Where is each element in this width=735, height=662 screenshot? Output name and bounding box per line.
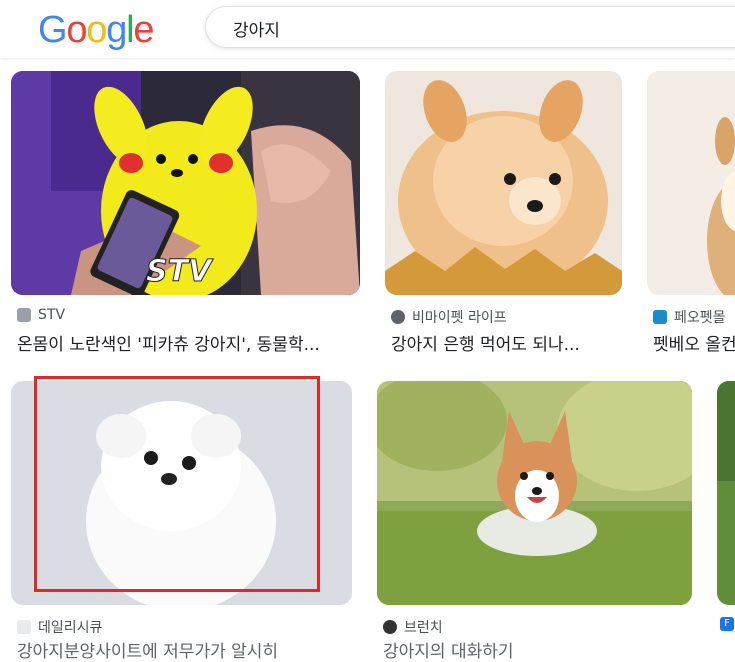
result-source[interactable]: 브런치 [383,617,443,637]
logo-letter: o [66,9,87,51]
paw-icon [391,310,405,324]
result-thumbnail[interactable] [717,381,735,605]
logo-letter: g [106,9,127,51]
result-thumbnail[interactable]: STV [11,71,360,295]
logo-letter: l [126,9,134,51]
brunch-icon [383,620,397,634]
result-source-label: 브런치 [404,620,443,636]
result-source[interactable]: STV [17,307,65,323]
result-source-label: 비마이펫 라이프 [412,310,507,326]
result-title[interactable]: 강아지분양사이트에 저무가가 알시히 [17,637,352,662]
result-title[interactable]: 펫베오 올컨 [653,330,735,355]
result-source-label: STV [38,307,66,323]
logo-letter: o [86,9,107,51]
result-title[interactable]: 강아지의 대화하기 [383,637,692,662]
result-thumbnail[interactable] [385,71,622,295]
logo-letter: e [133,9,154,51]
result-source[interactable]: F [720,617,734,631]
result-title[interactable]: 강아지 은행 먹어도 되나... [391,330,622,355]
search-query-text: 강아지 [233,21,280,41]
result-source-label: 데일리시큐 [38,620,103,636]
news-site-icon [17,620,31,634]
search-input[interactable]: 강아지 [205,6,735,48]
result-thumbnail[interactable] [647,71,735,295]
result-thumbnail[interactable] [377,381,692,605]
result-source[interactable]: 페오펫몰 [653,307,726,327]
shop-icon [653,310,667,324]
result-source-label: 페오펫몰 [674,310,726,326]
result-source[interactable]: 데일리시큐 [17,617,102,637]
newspaper-icon [17,308,31,322]
site-icon: F [720,617,734,631]
svg-text:STV: STV [146,254,214,289]
google-logo[interactable]: Google [38,6,155,54]
selection-highlight-box [34,376,320,592]
result-source[interactable]: 비마이펫 라이프 [391,307,507,327]
result-title[interactable]: 온몸이 노란색인 '피카츄 강아지', 동물학... [17,330,360,355]
logo-letter: G [38,9,68,51]
top-bar: Google 강아지 [0,0,735,58]
